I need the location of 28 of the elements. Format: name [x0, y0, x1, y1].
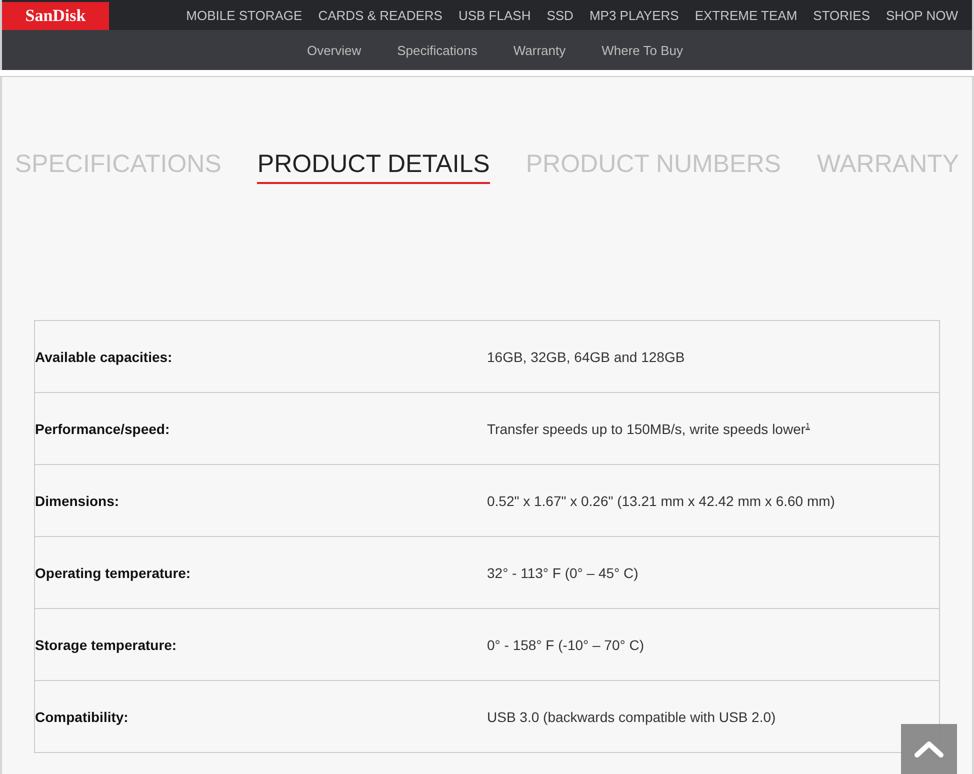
spec-label: Compatibility: — [35, 708, 130, 724]
main-nav-link[interactable]: SHOP NOW — [886, 8, 958, 22]
spec-value: USB 3.0 (backwards compatible with USB 2.0) — [487, 708, 776, 724]
section-tab[interactable]: PRODUCT DETAILS — [257, 150, 490, 184]
sub-nav-link[interactable]: Overview — [306, 42, 362, 58]
back-to-top-button[interactable] — [901, 724, 957, 774]
sub-nav-link[interactable]: Where To Buy — [602, 42, 684, 58]
main-nav-link[interactable]: MOBILE STORAGE — [186, 8, 302, 22]
sub-nav-link[interactable]: Specifications — [397, 42, 478, 58]
spec-value: 32° - 113° F (0° – 45° C) — [487, 564, 638, 580]
main-nav-link[interactable]: MP3 PLAYERS — [589, 8, 679, 22]
main-nav-link[interactable]: USB FLASH — [458, 8, 531, 22]
main-nav-link[interactable]: SSD — [546, 8, 574, 22]
sub-nav-link[interactable]: Warranty — [513, 42, 566, 58]
spec-label: Performance/speed: — [35, 420, 171, 436]
spec-value: Transfer speeds up to 150MB/s, write speeds lower$^{1}$ — [487, 420, 810, 436]
spec-value: 0° - 158° F (-10° – 70° C) — [487, 636, 644, 652]
main-nav-link[interactable]: EXTREME TEAM — [694, 8, 798, 22]
main-nav-link[interactable]: STORIES — [813, 8, 870, 22]
main-nav-link[interactable]: CARDS & READERS — [318, 8, 442, 22]
sandisk-logo[interactable]: SanDisk — [2, 2, 109, 30]
spec-value: 0.52" x 1.67" x 0.26" (13.21 mm x 42.42 mm x 6.60 mm) — [487, 492, 835, 508]
chevron-up-icon — [914, 740, 944, 758]
spec-value: 16GB, 32GB, 64GB and 128GB — [487, 348, 685, 364]
spec-label: Operating temperature: — [35, 564, 192, 580]
spec-label: Available capacities: — [35, 348, 174, 364]
spec-label: Dimensions: — [35, 492, 120, 508]
spec-label: Storage temperature: — [35, 636, 178, 652]
